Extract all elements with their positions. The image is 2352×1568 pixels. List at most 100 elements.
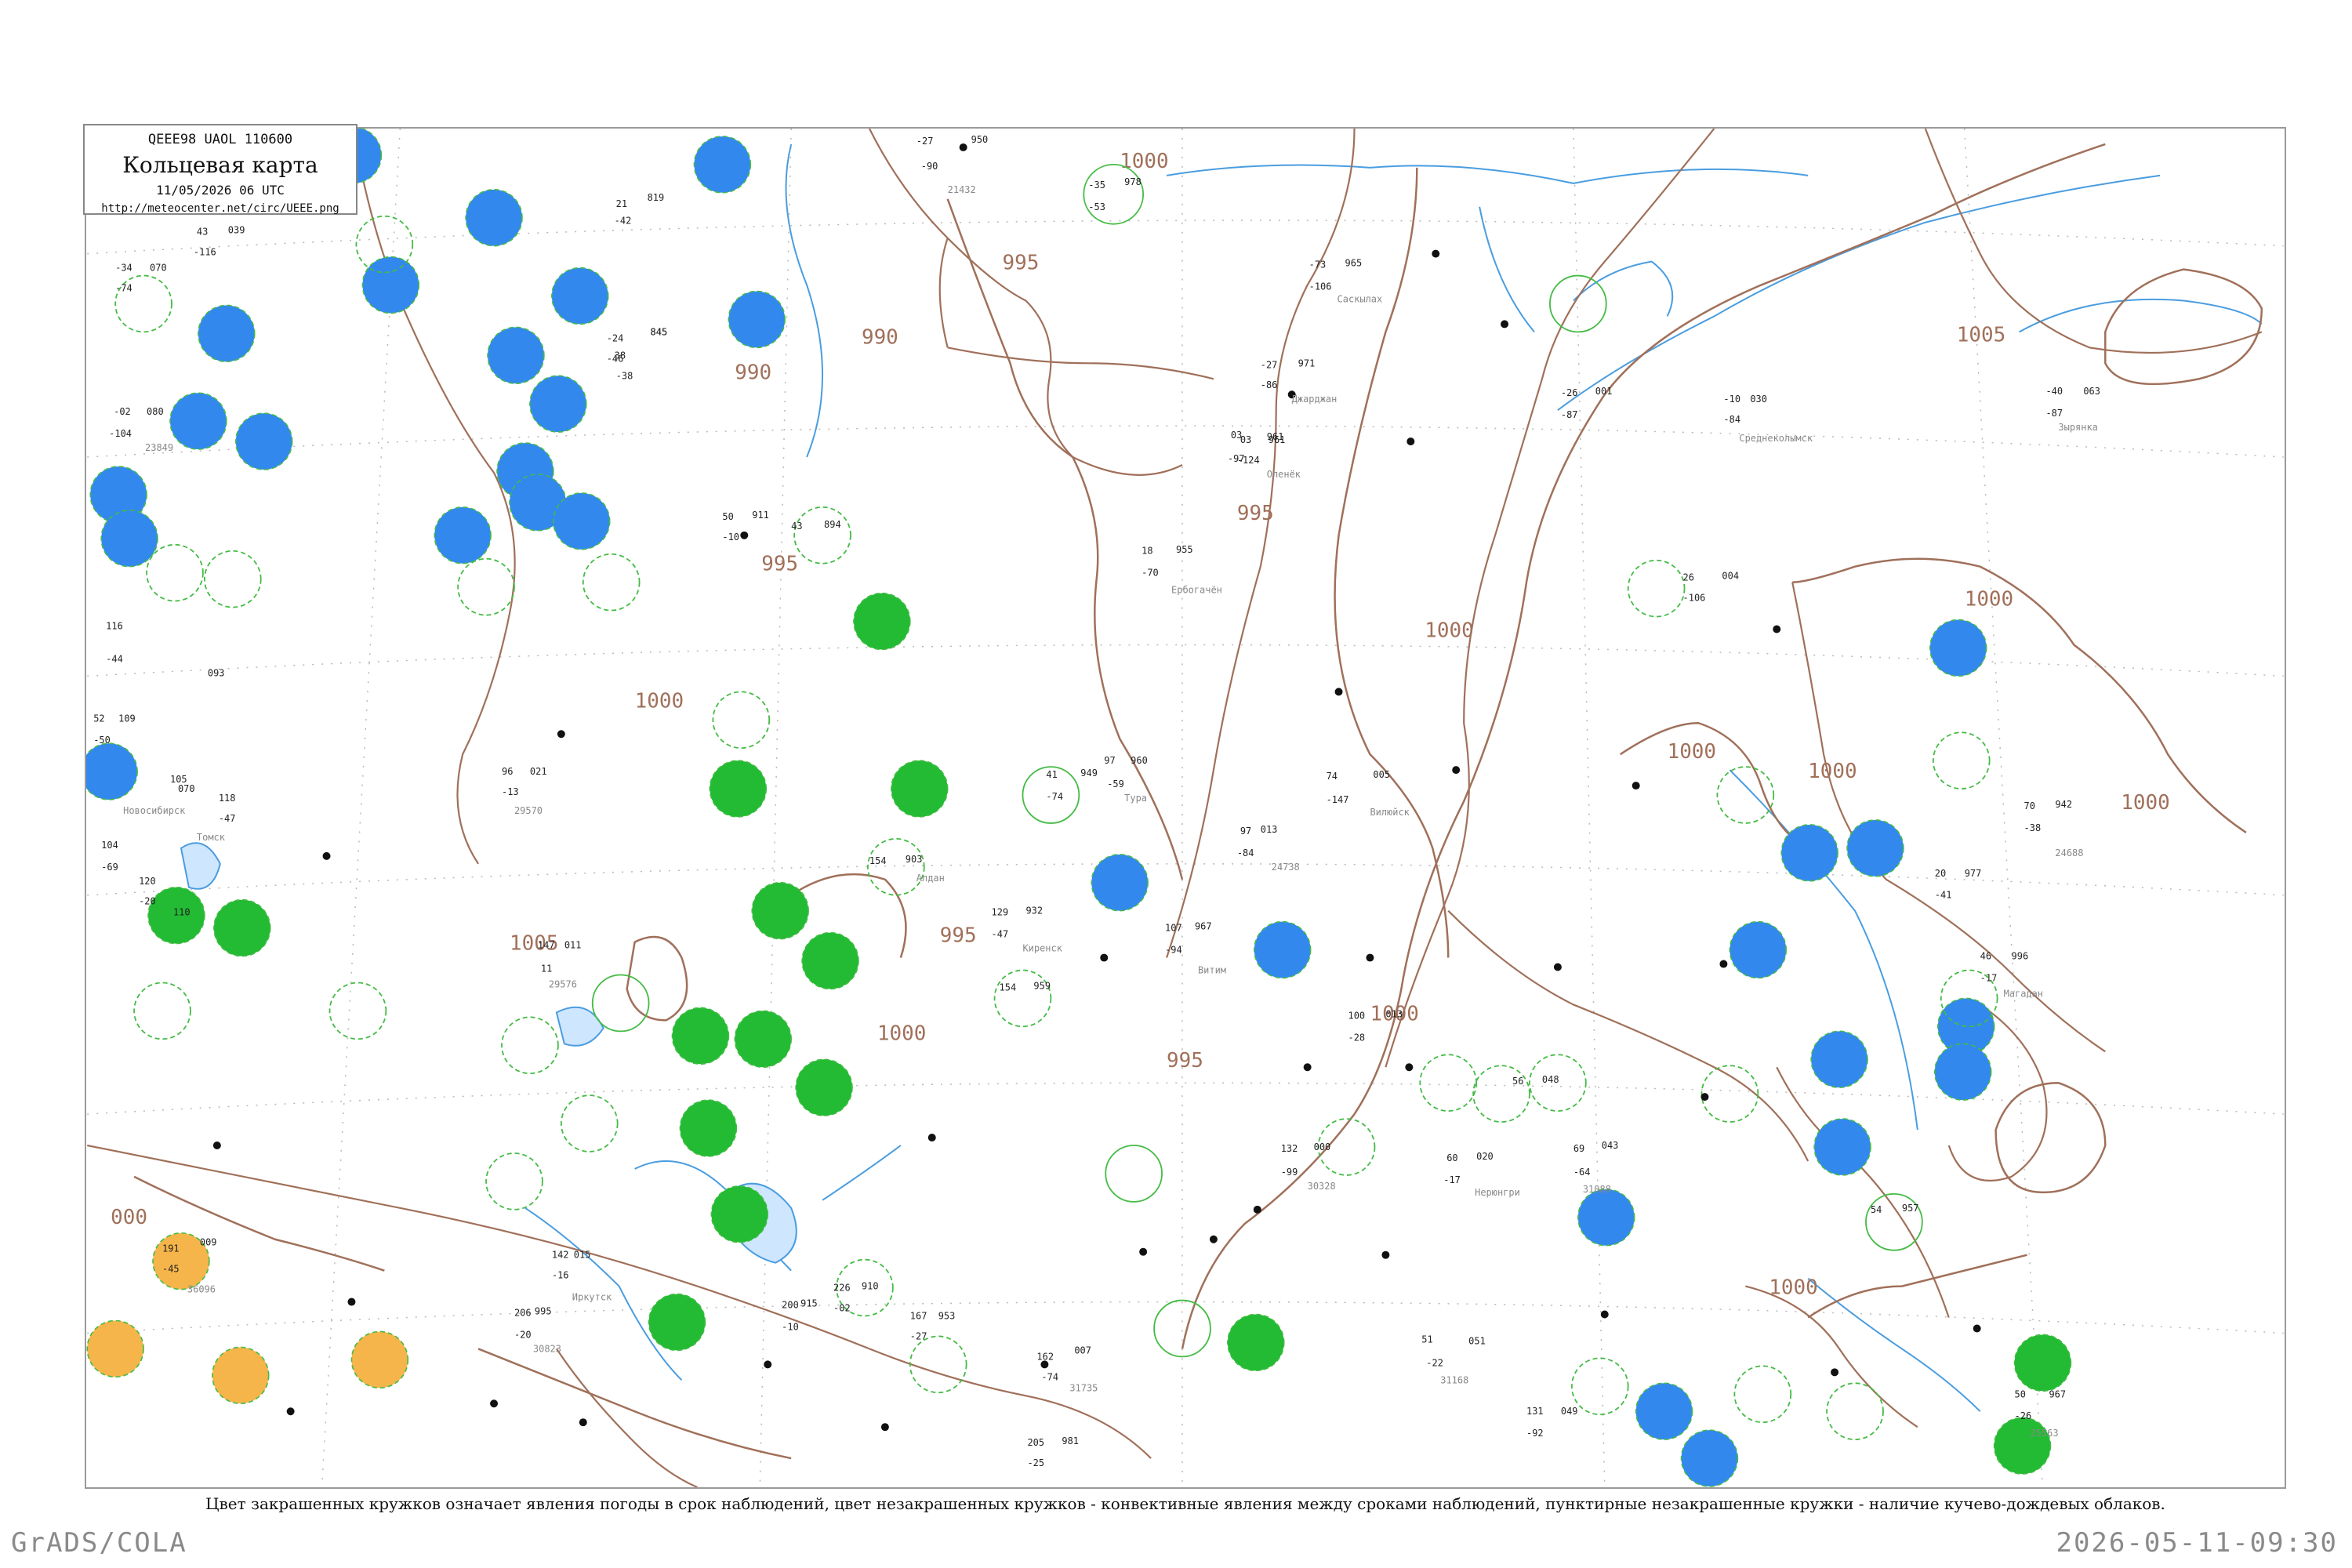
station-dew: -13 — [502, 786, 519, 797]
isobar-label: 1000 — [1769, 1276, 1817, 1300]
station-dew: -22 — [1426, 1357, 1443, 1368]
station-temp: 51 — [1421, 1334, 1432, 1345]
latlon-grid — [87, 129, 2284, 1487]
isobar-label: 1000 — [635, 689, 684, 713]
station-press: 080 — [147, 406, 164, 417]
station-temp: 52 — [93, 713, 104, 724]
station-press: 009 — [200, 1237, 217, 1248]
station-temp: 154 — [1000, 982, 1017, 993]
station-temp: -40 — [2045, 386, 2063, 397]
station-temp: 20 — [1935, 868, 1946, 879]
station-id: 30328 — [1308, 1181, 1336, 1192]
map-frame: 1000 995 990 990 995 1000 995 1000 995 1… — [85, 127, 2286, 1489]
station-dew: -74 — [1046, 791, 1063, 802]
station-temp: 21 — [616, 198, 627, 209]
station-press: 981 — [1062, 1436, 1079, 1446]
station-dew: -20 — [139, 896, 156, 907]
station-press: 903 — [906, 854, 923, 865]
station-name: Иркутск — [572, 1292, 612, 1303]
station-press: 957 — [1902, 1203, 1919, 1214]
station-id: 30823 — [533, 1343, 561, 1354]
station-press: 109 — [118, 713, 136, 724]
station-temp: 100 — [1348, 1010, 1366, 1021]
isobar-label: 990 — [862, 325, 898, 349]
station-dew: 11 — [541, 964, 552, 975]
isobar-label: 990 — [735, 361, 771, 384]
station-press: 013 — [1385, 1008, 1403, 1019]
station-temp: 97 — [1104, 755, 1115, 766]
station-dew: -26 — [2015, 1410, 2032, 1421]
station-press: 932 — [1025, 906, 1043, 916]
station-dew: -99 — [1281, 1167, 1298, 1178]
station-dew: -45 — [162, 1264, 180, 1275]
station-temp: 120 — [139, 876, 156, 887]
station-press: 070 — [178, 783, 195, 794]
coastlines — [87, 129, 2263, 1487]
station-name: Киренск — [1022, 943, 1062, 954]
station-temp: 118 — [219, 793, 236, 804]
station-name: Оленёк — [1267, 469, 1301, 480]
station-press: 039 — [228, 225, 245, 236]
station-temp: 132 — [1281, 1143, 1298, 1154]
station-temp: 43 — [197, 227, 208, 238]
station-press: 013 — [1261, 824, 1278, 835]
isobar-label: 1000 — [1425, 619, 1473, 643]
station-dew: -53 — [1088, 201, 1105, 212]
station-press: 967 — [2049, 1388, 2066, 1399]
station-dew: -17 — [1980, 972, 1998, 983]
isobar-label: 1005 — [1957, 323, 2005, 347]
station-name: Нерюнгри — [1475, 1187, 1520, 1198]
station-press: 996 — [2012, 951, 2029, 962]
station-dew: -10 — [782, 1321, 799, 1332]
station-id: 29576 — [549, 978, 577, 989]
station-dew: -87 — [2045, 408, 2063, 419]
station-dew: -86 — [1261, 379, 1278, 390]
station-dew: -147 — [1327, 794, 1349, 805]
station-temp: -35 — [1088, 180, 1105, 191]
station-press: 942 — [2055, 799, 2072, 810]
station-temp: 54 — [1871, 1204, 1882, 1215]
station-name: Витим — [1198, 965, 1226, 976]
station-press: 894 — [824, 519, 841, 530]
station-dew: -17 — [1443, 1174, 1461, 1185]
station-id: 23849 — [145, 442, 173, 453]
station-press: 950 — [971, 134, 989, 145]
station-press: 043 — [1602, 1140, 1619, 1151]
station-id: 31168 — [1440, 1374, 1468, 1385]
station-dew: -104 — [109, 428, 132, 439]
station-dew: -28 — [1348, 1032, 1366, 1043]
station-name: Джарджан — [1292, 394, 1338, 405]
station-temp: 104 — [101, 840, 118, 851]
station-temp: -73 — [1309, 260, 1327, 270]
station-press: 001 — [1595, 386, 1613, 397]
station-press: 845 — [651, 326, 668, 337]
station-press: 961 — [1267, 431, 1284, 442]
station-dew: -116 — [194, 247, 216, 258]
footer-timestamp: 2026-05-11-09:30 — [2056, 1527, 2338, 1559]
footer-software: GrADS/COLA — [11, 1527, 187, 1559]
isobar-label: 995 — [1237, 502, 1274, 525]
map-title-box: QEEE98 UAOL 110600 Кольцевая карта 11/05… — [83, 124, 358, 215]
station-temp: 69 — [1573, 1143, 1584, 1154]
station-dew: -64 — [1573, 1167, 1591, 1178]
station-dew: -87 — [1561, 409, 1578, 420]
station-dew: -106 — [1683, 593, 1706, 604]
station-name: Алдан — [916, 873, 945, 884]
station-temp: -34 — [115, 263, 132, 274]
station-press: 007 — [1074, 1345, 1091, 1356]
station-id: 36096 — [187, 1284, 216, 1295]
station-press: 048 — [1542, 1074, 1559, 1085]
station-press: 977 — [1965, 868, 1982, 879]
station-press: 911 — [752, 510, 769, 521]
station-temp: 46 — [1980, 951, 1991, 962]
station-dew: -38 — [616, 370, 633, 381]
station-temp: 56 — [1512, 1076, 1523, 1087]
station-dew: -84 — [1723, 414, 1740, 425]
station-temp: 50 — [2015, 1388, 2026, 1399]
station-temp: 96 — [502, 766, 513, 777]
station-id: 29570 — [514, 805, 543, 816]
station-temp: -10 — [1723, 394, 1740, 405]
station-press: 915 — [800, 1298, 818, 1309]
station-temp: -26 — [1561, 387, 1578, 398]
station-dew: -42 — [615, 216, 632, 227]
